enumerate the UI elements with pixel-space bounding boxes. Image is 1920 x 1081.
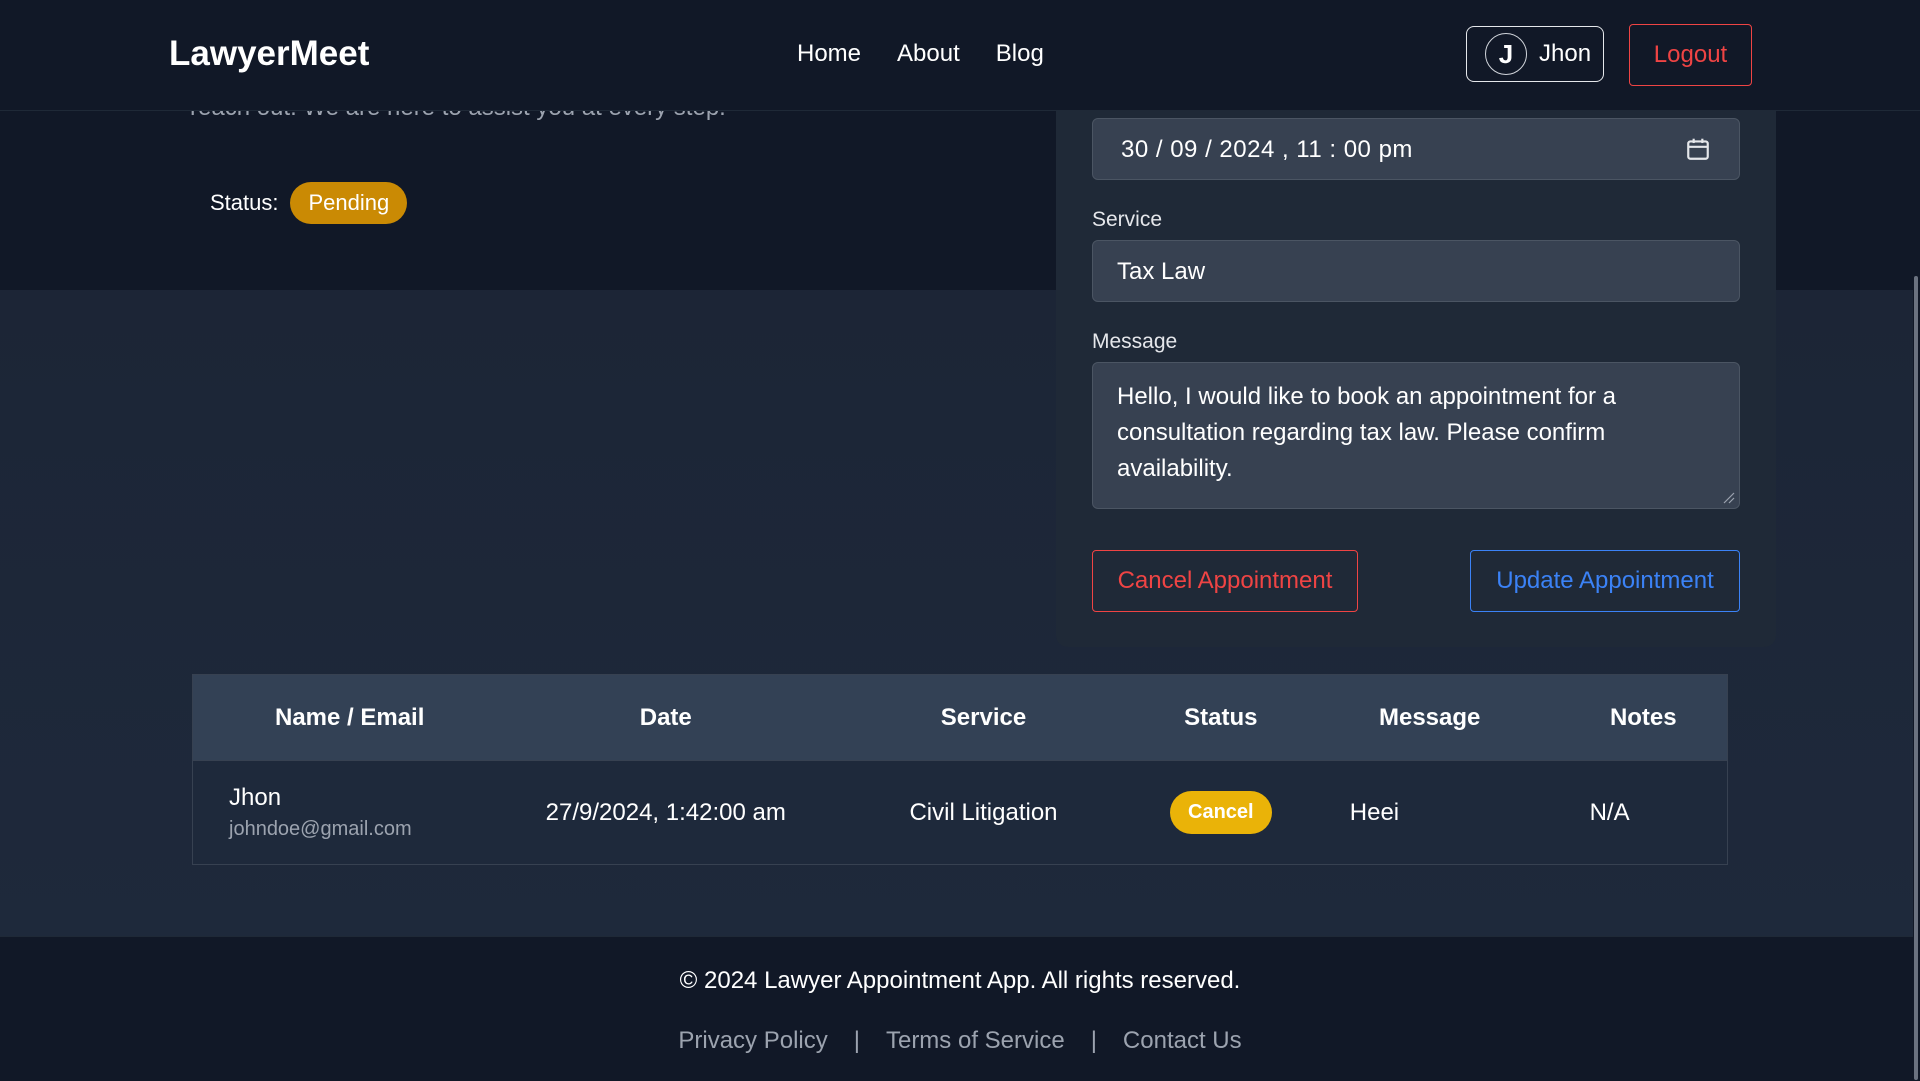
brand-logo[interactable]: LawyerMeet — [169, 34, 369, 74]
copyright-text: © 2024 Lawyer Appointment App. All right… — [679, 967, 1241, 994]
user-menu[interactable]: J Jhon — [1466, 26, 1604, 82]
nav-home[interactable]: Home — [797, 40, 861, 68]
footer: © 2024 Lawyer Appointment App. All right… — [0, 936, 1920, 1081]
status-badge: Cancel — [1170, 791, 1272, 834]
nav-links: Home About Blog — [797, 40, 1044, 68]
status-row: Status: Pending — [210, 182, 408, 224]
footer-separator: | — [1090, 1027, 1097, 1054]
datetime-input[interactable]: 30 / 09 / 2024 , 11 : 00 pm — [1092, 118, 1740, 180]
resize-handle-icon[interactable] — [1721, 490, 1735, 504]
header-service: Service — [825, 674, 1142, 761]
footer-links: Privacy Policy | Terms of Service | Cont… — [0, 1027, 1920, 1055]
navbar: LawyerMeet Home About Blog J Jhon Logout — [0, 0, 1920, 111]
header-message: Message — [1299, 674, 1560, 761]
logout-button[interactable]: Logout — [1629, 24, 1752, 86]
status-label: Status: — [210, 190, 279, 215]
cell-status: Cancel — [1141, 760, 1300, 865]
row-name: Jhon — [229, 784, 282, 811]
contact-us-link[interactable]: Contact Us — [1123, 1027, 1242, 1055]
cancel-appointment-button[interactable]: Cancel Appointment — [1092, 550, 1358, 612]
scrollbar-thumb[interactable] — [1914, 276, 1918, 1080]
service-input[interactable]: Tax Law — [1092, 240, 1740, 302]
user-name: Jhon — [1539, 40, 1592, 67]
nav-about[interactable]: About — [897, 40, 960, 68]
row-notes: N/A — [1589, 798, 1630, 826]
message-label: Message — [1092, 330, 1178, 353]
cell-service: Civil Litigation — [825, 760, 1142, 865]
update-appointment-button[interactable]: Update Appointment — [1470, 550, 1740, 612]
service-label: Service — [1092, 208, 1163, 231]
appointments-table: Name / Email Date Service Status Message… — [192, 674, 1728, 865]
privacy-policy-link[interactable]: Privacy Policy — [678, 1027, 827, 1055]
cell-notes: N/A — [1559, 760, 1728, 865]
cell-name-email: Jhon johndoe@gmail.com — [192, 760, 507, 865]
cell-date: 27/9/2024, 1:42:00 am — [506, 760, 826, 865]
datetime-value: 30 / 09 / 2024 , 11 : 00 pm — [1121, 136, 1413, 163]
message-textarea[interactable]: Hello, I would like to book an appointme… — [1092, 362, 1740, 509]
status-badge: Pending — [290, 182, 408, 224]
table-row[interactable]: Jhon johndoe@gmail.com 27/9/2024, 1:42:0… — [192, 760, 1728, 865]
row-email: johndoe@gmail.com — [229, 818, 412, 840]
terms-of-service-link[interactable]: Terms of Service — [886, 1027, 1065, 1055]
service-value: Tax Law — [1117, 258, 1206, 285]
avatar: J — [1485, 33, 1527, 75]
row-message: Heei — [1349, 798, 1400, 826]
message-value: Hello, I would like to book an appointme… — [1117, 383, 1616, 482]
table-header-row: Name / Email Date Service Status Message… — [192, 674, 1728, 761]
calendar-icon[interactable] — [1685, 136, 1711, 162]
header-date: Date — [506, 674, 826, 761]
header-notes: Notes — [1559, 674, 1728, 761]
nav-blog[interactable]: Blog — [996, 40, 1044, 68]
footer-separator: | — [853, 1027, 860, 1054]
cell-message: Heei — [1299, 760, 1560, 865]
header-status: Status — [1141, 674, 1300, 761]
appointment-form: 30 / 09 / 2024 , 11 : 00 pm Service Tax … — [1056, 100, 1776, 647]
header-name-email: Name / Email — [192, 674, 507, 761]
